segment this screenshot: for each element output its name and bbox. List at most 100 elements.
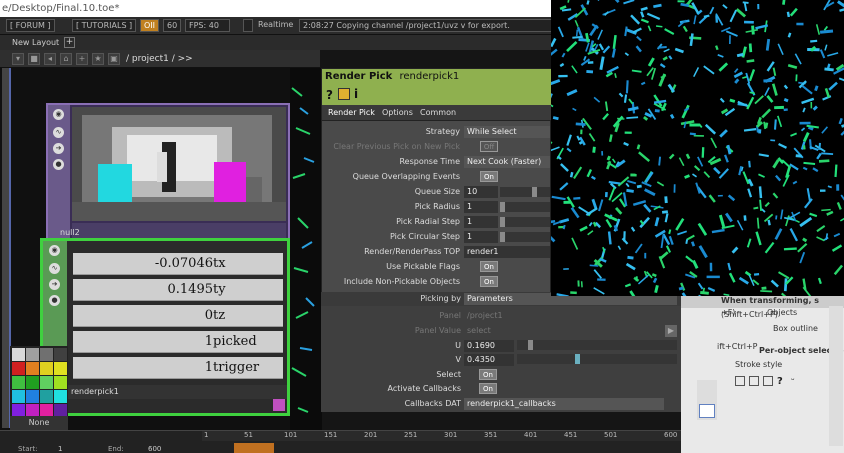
slider-knob[interactable]	[500, 202, 505, 212]
pick-radius-slider[interactable]	[500, 202, 550, 212]
cook-icon[interactable]: ●	[49, 295, 60, 306]
star-icon[interactable]: ★	[92, 53, 104, 65]
render-viewer[interactable]	[551, 0, 844, 296]
slider-knob[interactable]	[575, 354, 580, 364]
timeline-tick: 201	[364, 431, 378, 439]
radial-step-field[interactable]: 1	[464, 216, 498, 228]
v-field[interactable]: 0.4350	[464, 354, 514, 366]
folder-icon[interactable]: ▣	[108, 53, 120, 65]
particle-stroke	[626, 116, 639, 119]
add-icon[interactable]: +	[76, 53, 88, 65]
oii-button[interactable]: OII	[140, 19, 160, 32]
activate-callbacks-toggle[interactable]: On	[479, 383, 497, 394]
pick-radius-field[interactable]: 1	[464, 201, 498, 213]
viewer-icon[interactable]: ◉	[53, 109, 64, 120]
help-icon[interactable]: ?	[326, 88, 333, 102]
tab-common[interactable]: Common	[420, 108, 456, 117]
particle-stroke	[623, 0, 635, 5]
response-time-select[interactable]: Next Cook (Faster)	[464, 156, 550, 168]
strategy-select[interactable]: While Select	[464, 126, 550, 138]
non-pickable-toggle[interactable]: On	[480, 276, 498, 287]
particle-stroke	[799, 216, 813, 228]
tab-render-pick[interactable]: Render Pick	[328, 108, 375, 117]
color-swatch[interactable]	[54, 390, 67, 403]
panel-field[interactable]: /project1	[464, 310, 664, 322]
color-swatch[interactable]	[12, 348, 25, 361]
circular-step-field[interactable]: 1	[464, 231, 498, 243]
square-icon[interactable]	[763, 376, 773, 386]
color-swatch[interactable]	[12, 362, 25, 375]
color-swatch[interactable]	[26, 376, 39, 389]
face-icon[interactable]: ᵕ	[791, 376, 795, 386]
home-icon[interactable]: ⌂	[60, 53, 72, 65]
none-color-button[interactable]: None	[10, 416, 68, 430]
render-top-field[interactable]: render1	[464, 246, 550, 258]
play-icon[interactable]: ▶	[665, 325, 677, 337]
particle-stroke	[729, 98, 736, 103]
callbacks-dat-field[interactable]: renderpick1_callbacks	[464, 398, 664, 410]
queue-size-field[interactable]: 10	[464, 186, 498, 198]
breadcrumb[interactable]: / project1 / >>	[126, 54, 193, 64]
box-outline-radio[interactable]: Box outline	[773, 324, 818, 333]
playhead-marker[interactable]	[234, 443, 274, 453]
info-icon[interactable]: i	[354, 87, 358, 101]
objects-radio[interactable]: Objects	[767, 308, 797, 317]
color-swatch[interactable]	[40, 362, 53, 375]
stop-icon[interactable]: ■	[28, 53, 40, 65]
realtime-checkbox[interactable]	[243, 19, 253, 32]
particle-stroke	[668, 229, 672, 235]
particle-stroke	[724, 154, 729, 163]
start-field[interactable]: 1	[58, 445, 62, 453]
help-icon[interactable]: ?	[777, 376, 783, 387]
color-swatch[interactable]	[54, 376, 67, 389]
tutorials-button[interactable]: [ TUTORIALS ]	[72, 19, 137, 32]
color-swatch[interactable]	[12, 390, 25, 403]
particle-stroke	[803, 161, 816, 166]
forum-button[interactable]: [ FORUM ]	[6, 19, 55, 32]
color-swatch[interactable]	[40, 390, 53, 403]
color-swatch[interactable]	[54, 362, 67, 375]
v-slider[interactable]	[517, 354, 677, 364]
clear-pick-toggle[interactable]: Off	[480, 141, 498, 152]
particle-stroke	[718, 214, 726, 228]
color-swatch[interactable]	[12, 376, 25, 389]
pickable-flags-toggle[interactable]: On	[480, 261, 498, 272]
particle-stroke	[754, 95, 764, 105]
color-swatch[interactable]	[26, 348, 39, 361]
u-field[interactable]: 0.1690	[464, 340, 514, 352]
fps-target-field[interactable]: 60	[163, 19, 182, 32]
python-icon[interactable]	[338, 88, 350, 100]
back-icon[interactable]: ◂	[44, 53, 56, 65]
grid-icon[interactable]	[749, 376, 759, 386]
add-layout-button[interactable]: +	[64, 37, 75, 48]
color-swatch[interactable]	[26, 390, 39, 403]
node-viewer-toggle[interactable]	[273, 399, 285, 411]
tab-new-layout[interactable]: New Layout	[12, 38, 59, 47]
param-label: Pick Radial Step	[396, 217, 460, 226]
grid-icon[interactable]	[735, 376, 745, 386]
color-swatch[interactable]	[40, 348, 53, 361]
color-swatch[interactable]	[54, 348, 67, 361]
u-slider[interactable]	[517, 340, 677, 350]
particle-stroke	[748, 69, 756, 82]
color-swatch[interactable]	[40, 376, 53, 389]
panel-value-field[interactable]: select	[464, 325, 664, 337]
slider-knob[interactable]	[500, 232, 505, 242]
queue-size-slider[interactable]	[500, 187, 550, 197]
radial-step-slider[interactable]	[500, 217, 550, 227]
dropdown-icon[interactable]: ▾	[12, 53, 24, 65]
color-swatch[interactable]	[26, 362, 39, 375]
select-toggle[interactable]: On	[479, 369, 497, 380]
queue-events-toggle[interactable]: On	[480, 171, 498, 182]
particle-stroke	[722, 4, 728, 9]
tab-options[interactable]: Options	[382, 108, 413, 117]
circular-step-slider[interactable]	[500, 232, 550, 242]
slider-knob[interactable]	[500, 217, 505, 227]
particle-stroke	[770, 279, 779, 288]
slider-knob[interactable]	[532, 187, 537, 197]
op-name-field[interactable]: renderpick1	[399, 71, 459, 82]
end-field[interactable]: 600	[148, 445, 161, 453]
panel-icon[interactable]	[699, 404, 715, 418]
particle-stroke	[593, 269, 602, 279]
slider-knob[interactable]	[528, 340, 533, 350]
